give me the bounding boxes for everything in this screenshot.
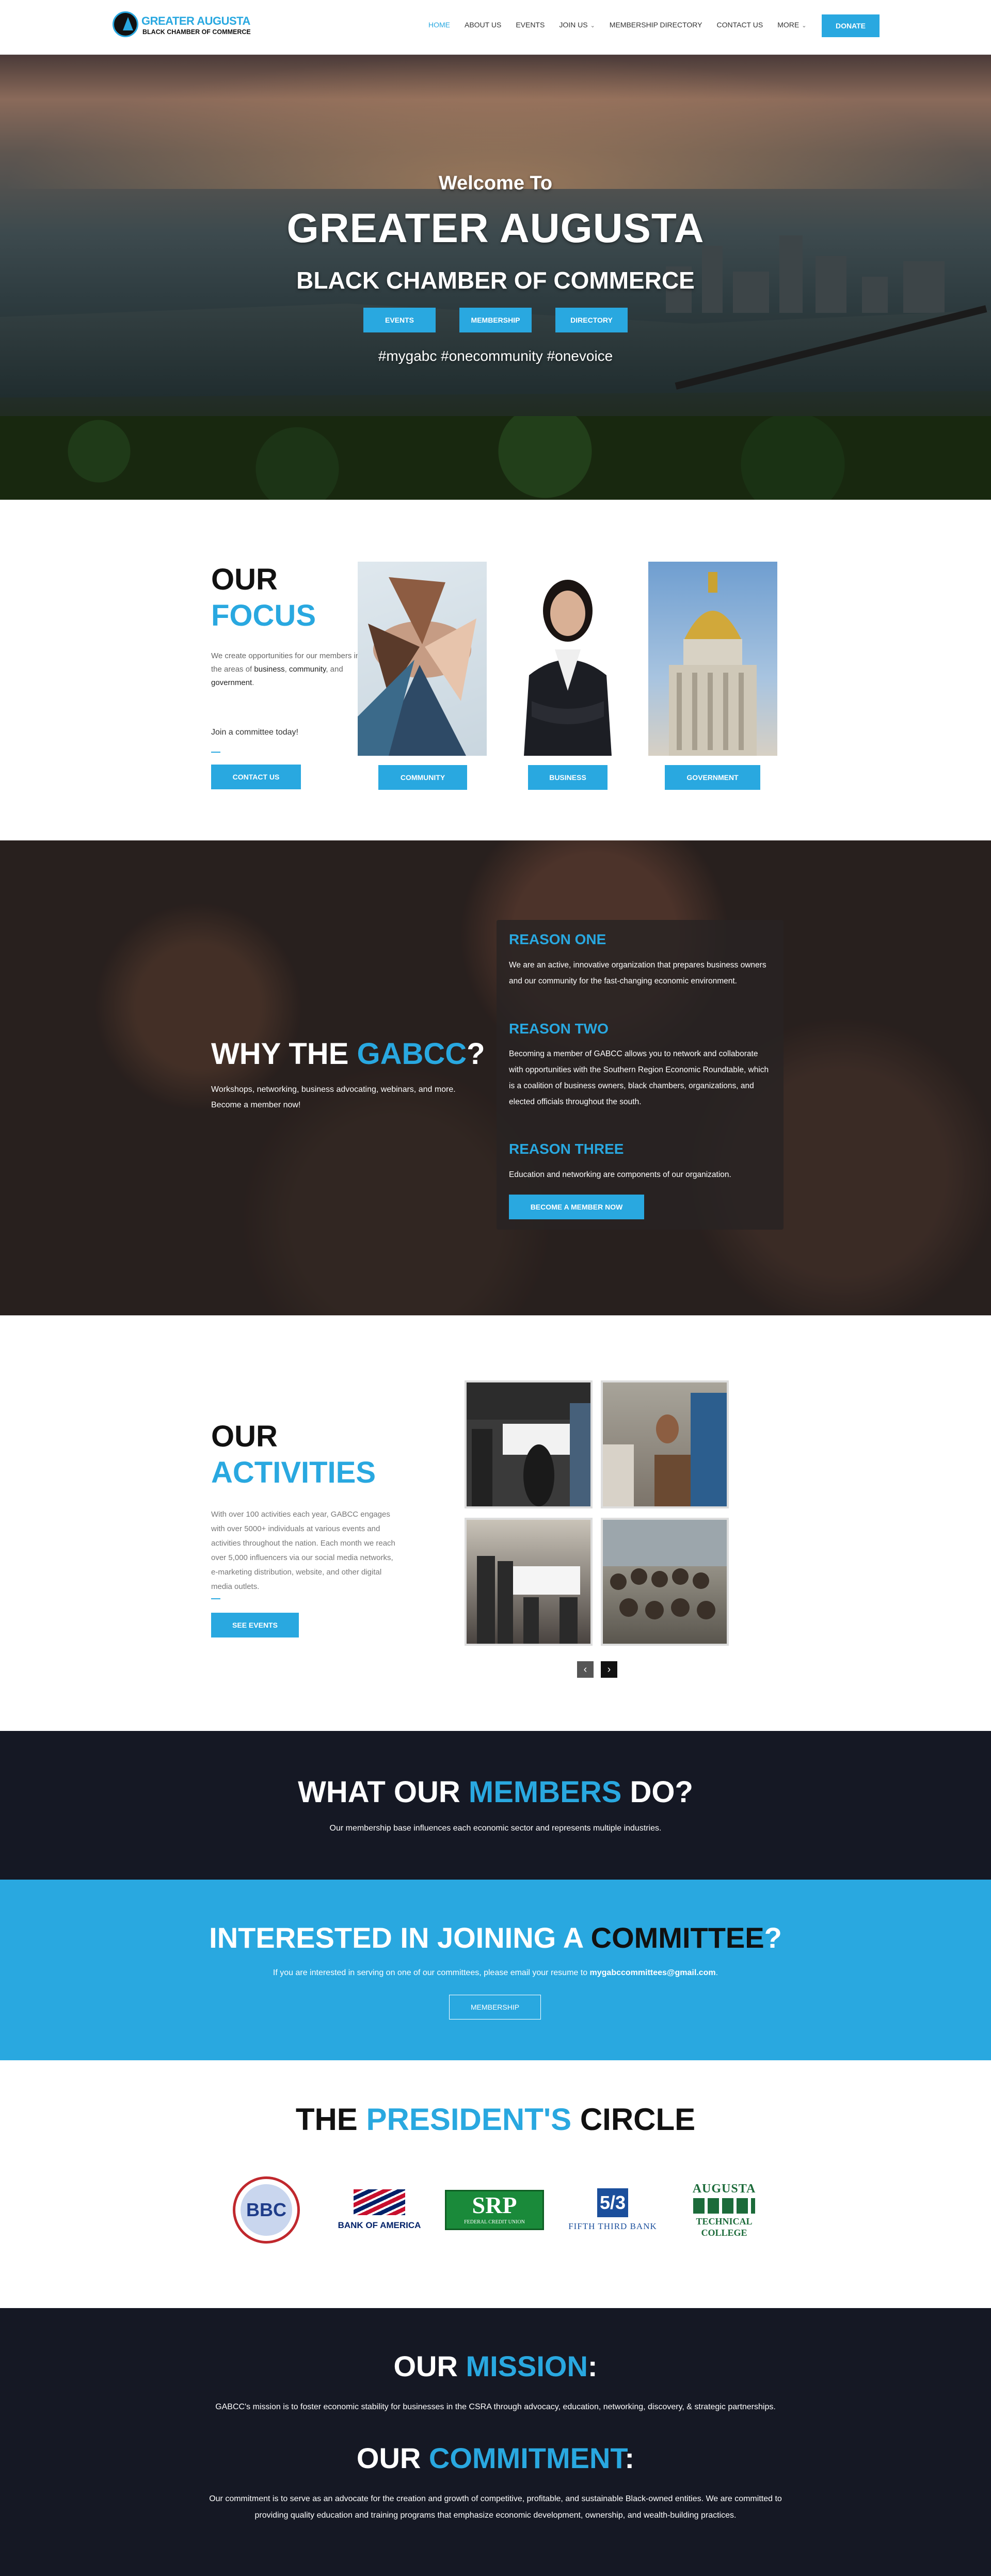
become-member-button[interactable]: BECOME A MEMBER NOW <box>509 1195 644 1219</box>
committee-text: If you are interested in serving on one … <box>273 1968 718 1977</box>
logo-line-2: BLACK CHAMBER OF COMMERCE <box>142 28 251 36</box>
business-woman-image <box>503 562 632 756</box>
community-button[interactable]: COMMUNITY <box>378 765 467 790</box>
divider <box>211 1598 220 1599</box>
fifth-third-bank-logo[interactable]: 5/3 FIFTH THIRD BANK <box>558 2176 667 2244</box>
why-heading: WHY THE GABCC? <box>211 1037 485 1071</box>
government-capitol-image <box>648 562 777 756</box>
nav-events[interactable]: EVENTS <box>516 21 545 33</box>
logo-line-1: GREATER AUGUSTA <box>141 14 250 27</box>
community-hands-image <box>358 562 487 756</box>
presidents-circle-heading: THE PRESIDENT'S CIRCLE <box>295 2102 696 2137</box>
reason-one-text: We are an active, innovative organizatio… <box>509 961 766 985</box>
carousel-next-button[interactable]: › <box>601 1661 617 1678</box>
nav-about-us[interactable]: ABOUT US <box>465 21 501 33</box>
reason-three-text: Education and networking are components … <box>509 1170 731 1179</box>
divider <box>211 752 220 753</box>
mission-heading: OUR MISSION: <box>393 2350 598 2382</box>
hero-events-button[interactable]: EVENTS <box>363 308 436 332</box>
bbc-logo[interactable]: BBC <box>230 2176 302 2244</box>
reasons-card: REASON ONE We are an active, innovative … <box>497 920 784 1230</box>
hero-trees-image <box>0 416 991 500</box>
srp-logo[interactable]: SRP FEDERAL CREDIT UNION <box>445 2176 544 2244</box>
activity-photo-group-check[interactable] <box>465 1518 593 1646</box>
mission-text: GABCC's mission is to foster economic st… <box>215 2403 776 2411</box>
donate-button[interactable]: DONATE <box>822 14 880 37</box>
nav-membership-directory[interactable]: MEMBERSHIP DIRECTORY <box>610 21 702 33</box>
why-text: Workshops, networking, business advocati… <box>211 1085 456 1109</box>
membership-button[interactable]: MEMBERSHIP <box>449 1995 541 2020</box>
activities-text: With over 100 activities each year, GABC… <box>211 1510 395 1591</box>
members-text: Our membership base influences each econ… <box>329 1824 662 1833</box>
committee-heading: INTERESTED IN JOINING A COMMITTEE? <box>209 1921 782 1954</box>
activities-heading: OUR ACTIVITIES <box>211 1420 376 1489</box>
reason-two-title: REASON TWO <box>509 1021 609 1037</box>
government-button[interactable]: GOVERNMENT <box>665 765 760 790</box>
why-gabcc-section: WHY THE GABCC? Workshops, networking, bu… <box>0 840 991 1315</box>
committee-email-link[interactable]: mygabccommittees@gmail.com <box>590 1968 716 1977</box>
site-logo[interactable]: GREATER AUGUSTA BLACK CHAMBER OF COMMERC… <box>113 11 251 40</box>
committee-section: INTERESTED IN JOINING A COMMITTEE? If yo… <box>0 1880 991 2060</box>
hero-welcome: Welcome To <box>438 172 553 194</box>
hero-title: GREATER AUGUSTA <box>286 205 705 251</box>
hero-section: Welcome To GREATER AUGUSTA BLACK CHAMBER… <box>0 55 991 500</box>
bank-of-america-flag-icon <box>354 2189 405 2215</box>
fifth-third-icon: 5/3 <box>597 2188 628 2217</box>
mission-section: OUR MISSION: GABCC's mission is to foste… <box>0 2308 991 2576</box>
focus-heading: OUR FOCUS <box>211 563 316 632</box>
reason-three-title: REASON THREE <box>509 1141 624 1157</box>
site-header: GREATER AUGUSTA BLACK CHAMBER OF COMMERC… <box>0 0 991 55</box>
hero-directory-button[interactable]: DIRECTORY <box>555 308 628 332</box>
focus-text: We create opportunities for our members … <box>211 651 360 687</box>
hero-subtitle: BLACK CHAMBER OF COMMERCE <box>296 267 695 294</box>
activity-photo-speaker[interactable] <box>601 1380 729 1508</box>
audience-background-image <box>0 840 991 1315</box>
hero-buttons: EVENTS MEMBERSHIP DIRECTORY <box>0 308 991 332</box>
see-events-button[interactable]: SEE EVENTS <box>211 1613 299 1637</box>
members-section: WHAT OUR MEMBERS DO? Our membership base… <box>0 1731 991 1880</box>
join-committee-text: Join a committee today! <box>211 728 298 737</box>
nav-home[interactable]: HOME <box>428 21 450 33</box>
nav-more[interactable]: MORE ⌄ <box>777 21 806 33</box>
presidents-circle-section: THE PRESIDENT'S CIRCLE BBC BANK OF AMERI… <box>0 2060 991 2308</box>
bank-of-america-logo[interactable]: BANK OF AMERICA <box>325 2176 434 2244</box>
nav-join-us[interactable]: JOIN US ⌄ <box>559 21 595 33</box>
activity-photo-check-presentation[interactable] <box>465 1380 593 1508</box>
carousel-prev-button[interactable]: ‹ <box>577 1661 594 1678</box>
reason-one-title: REASON ONE <box>509 931 606 947</box>
reason-two-text: Becoming a member of GABCC allows you to… <box>509 1050 769 1106</box>
activity-photo-group[interactable] <box>601 1518 729 1646</box>
focus-section: OUR FOCUS We create opportunities for ou… <box>0 500 991 840</box>
hero-membership-button[interactable]: MEMBERSHIP <box>459 308 532 332</box>
chevron-down-icon: ⌄ <box>590 23 595 29</box>
contact-us-button[interactable]: CONTACT US <box>211 765 301 789</box>
main-nav: HOME ABOUT US EVENTS JOIN US ⌄ MEMBERSHIP… <box>428 21 821 33</box>
members-heading: WHAT OUR MEMBERS DO? <box>298 1775 693 1809</box>
college-emblem-icon <box>693 2198 755 2214</box>
hero-hashtags: #mygabc #onecommunity #onevoice <box>378 348 613 364</box>
chamber-logo-icon <box>113 11 138 37</box>
activities-section: OUR ACTIVITIES With over 100 activities … <box>0 1315 991 1731</box>
business-button[interactable]: BUSINESS <box>528 765 608 790</box>
nav-contact-us[interactable]: CONTACT US <box>716 21 763 33</box>
commitment-heading: OUR COMMITMENT: <box>356 2442 635 2474</box>
hero-sky-image <box>0 55 991 189</box>
commitment-text: Our commitment is to serve as an advocat… <box>209 2494 782 2520</box>
chevron-down-icon: ⌄ <box>802 23 807 29</box>
augusta-technical-college-logo[interactable]: AUGUSTA TECHNICAL COLLEGE <box>685 2176 763 2244</box>
